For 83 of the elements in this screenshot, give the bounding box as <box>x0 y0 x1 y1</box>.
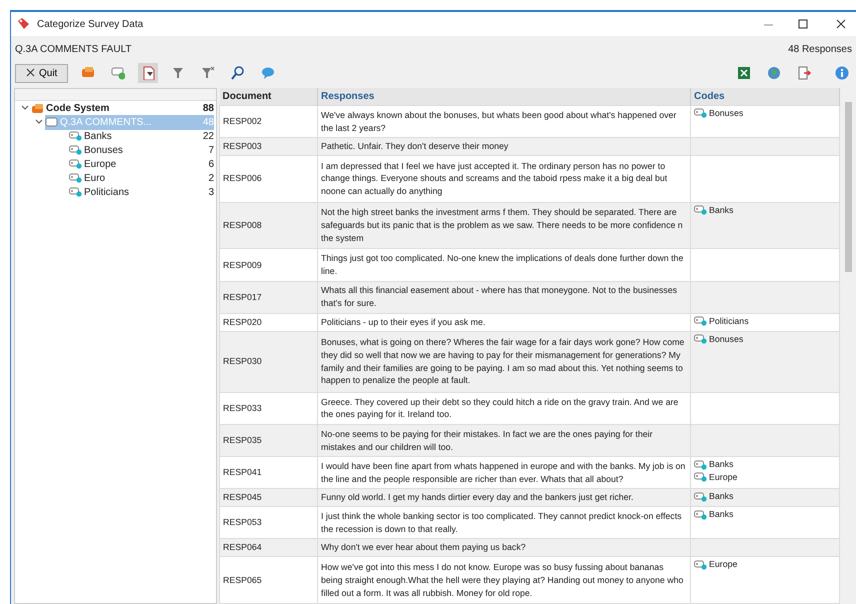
response-count: 48 Responses <box>788 42 852 56</box>
table-cell: Funny old world. I get my hands dirtier every day and the bankers just get richer. <box>318 488 690 507</box>
maximize-icon[interactable] <box>798 19 808 29</box>
table-cell: No-one seems to be paying for their mistakes. In fact we are the ones paying for their mistakes and our children will too. <box>318 424 690 457</box>
close-icon <box>26 68 35 78</box>
tree-item[interactable]: Bonuses 7 <box>15 143 216 157</box>
table-cell: I am depressed that I feel we have just accepted it. The ordinary person has no power to change things. Everyone shouts and screams and the taboid rpess make it a big deal but noone can actually do anything <box>318 156 690 202</box>
code-icon <box>694 560 707 570</box>
code-icon <box>694 510 707 520</box>
table-cell: RESP064 <box>220 538 318 557</box>
table-cell: I just think the whole banking sector is too complicated. They cannot predict knock-on effects the recession is down to that really. <box>318 506 690 539</box>
code-icon <box>69 187 82 197</box>
table-cell: We've always known about the bonuses, but whats been good about what's happened over the last 2 years? <box>318 106 690 138</box>
table-cell: RESP065 <box>220 556 318 604</box>
code-system-icon <box>31 102 44 114</box>
table-cell: Pathetic. Unfair. They don't deserve their money <box>318 138 690 156</box>
comment-icon[interactable] <box>261 66 276 80</box>
code-icon <box>69 173 82 183</box>
table-cell: Things just got too complicated. No-one knew the implications of deals done further down the line. <box>318 248 690 282</box>
info-icon[interactable] <box>835 66 849 80</box>
table-cell: RESP002 <box>220 106 318 138</box>
code-tag: Bonuses <box>694 332 836 346</box>
code-icon <box>694 472 707 482</box>
code-icon <box>69 145 82 155</box>
spreadsheet-icon[interactable] <box>737 66 751 80</box>
table-cell: RESP003 <box>220 138 318 156</box>
search-icon[interactable] <box>231 66 246 80</box>
table-cell: RESP030 <box>220 331 318 392</box>
table-cell: RESP035 <box>220 424 318 457</box>
code-icon <box>69 131 82 141</box>
table-cell: RESP041 <box>220 456 318 489</box>
tree-item[interactable]: Banks 22 <box>15 129 216 143</box>
code-icon <box>694 492 707 502</box>
code-icon <box>694 460 707 470</box>
code-tag: Banks <box>694 508 836 521</box>
filter-icon[interactable] <box>171 66 186 80</box>
code-tag: Bonuses <box>694 107 836 120</box>
code-tag: Politicians <box>694 314 836 328</box>
tree-item[interactable]: Politicians 3 <box>15 185 216 199</box>
code-tag: Banks <box>694 490 836 504</box>
table-cell: Not the high street banks the investment arms f them. They should be separated. There are safeguards but its panic that is the problem as we saw. There needs to be more confidence n the system <box>318 202 690 249</box>
code-icon <box>694 334 707 344</box>
table-cell: RESP053 <box>220 506 318 539</box>
table-cell: RESP009 <box>220 248 318 282</box>
table-cell: RESP006 <box>220 156 318 202</box>
quit-button[interactable]: Quit <box>15 64 68 82</box>
column-header[interactable]: Responses <box>318 88 690 106</box>
code-tag: Banks <box>694 458 836 471</box>
code-icon <box>694 108 707 118</box>
tree-item[interactable]: Code System 88 <box>15 101 216 115</box>
table-cell: Greece. They covered up their debt so they could hitch a ride on the gravy train. And we are the ones paying for it. Ireland too. <box>318 392 690 424</box>
code-tag: Banks <box>694 204 836 216</box>
code-icon <box>69 159 82 169</box>
code-tag: Europe <box>694 470 836 484</box>
export-icon[interactable] <box>797 66 811 80</box>
filter-document-icon[interactable] <box>141 66 156 80</box>
table-cell: Whats all this financial easement about - where has that moneygone. Not to the businesses that's for sure. <box>318 281 690 314</box>
tree-item[interactable]: Euro 2 <box>15 171 216 185</box>
column-header[interactable]: Codes <box>690 88 840 106</box>
table-cell: How we've got into this mess I do not know. Europe was so busy fussing about bananas being straight enough.What the hell were they playing at? Handing out money to anyone who filled out a form. It was all rubbish. Money for old rope. <box>318 556 690 604</box>
variable-label: Q.3A COMMENTS FAULT <box>15 42 132 56</box>
clear-filter-icon[interactable] <box>201 66 216 80</box>
globe-icon[interactable] <box>767 66 781 80</box>
code-icon <box>694 205 707 216</box>
code-tag-icon[interactable] <box>81 66 96 80</box>
column-header[interactable]: Document <box>220 88 318 106</box>
table-cell: Why don't we ever hear about them paying us back? <box>318 538 690 557</box>
table-cell: RESP020 <box>220 313 318 332</box>
table-cell: Bonuses, what is going on there? Wheres the fair wage for a fair days work gone? How come they did so well that now we are having to pay for their mismanagement for generations? My family and their families are going to be paying. I am so mad about this. Yet nothing seems to happen to penalize the people at fault. <box>318 331 690 392</box>
table-cell: I would have been fine apart from whats happened in europe and with the banks. My job is on the line and the people responsible are richer than ever. Whats that all about? <box>318 456 690 489</box>
code-tag: Europe <box>694 558 836 572</box>
table-cell: Politicians - up to their eyes if you ask me. <box>318 313 690 332</box>
new-code-icon[interactable] <box>111 66 126 80</box>
table-cell: RESP017 <box>220 281 318 314</box>
table-cell: RESP008 <box>220 202 318 249</box>
tag-icon <box>17 18 29 30</box>
code-icon <box>694 316 707 326</box>
table-cell: RESP033 <box>220 392 318 424</box>
table-cell: RESP045 <box>220 488 318 507</box>
window-title: Categorize Survey Data <box>37 18 144 32</box>
code-icon <box>45 117 58 127</box>
tree-item[interactable]: Europe 6 <box>15 157 216 171</box>
close-icon[interactable] <box>836 19 846 29</box>
